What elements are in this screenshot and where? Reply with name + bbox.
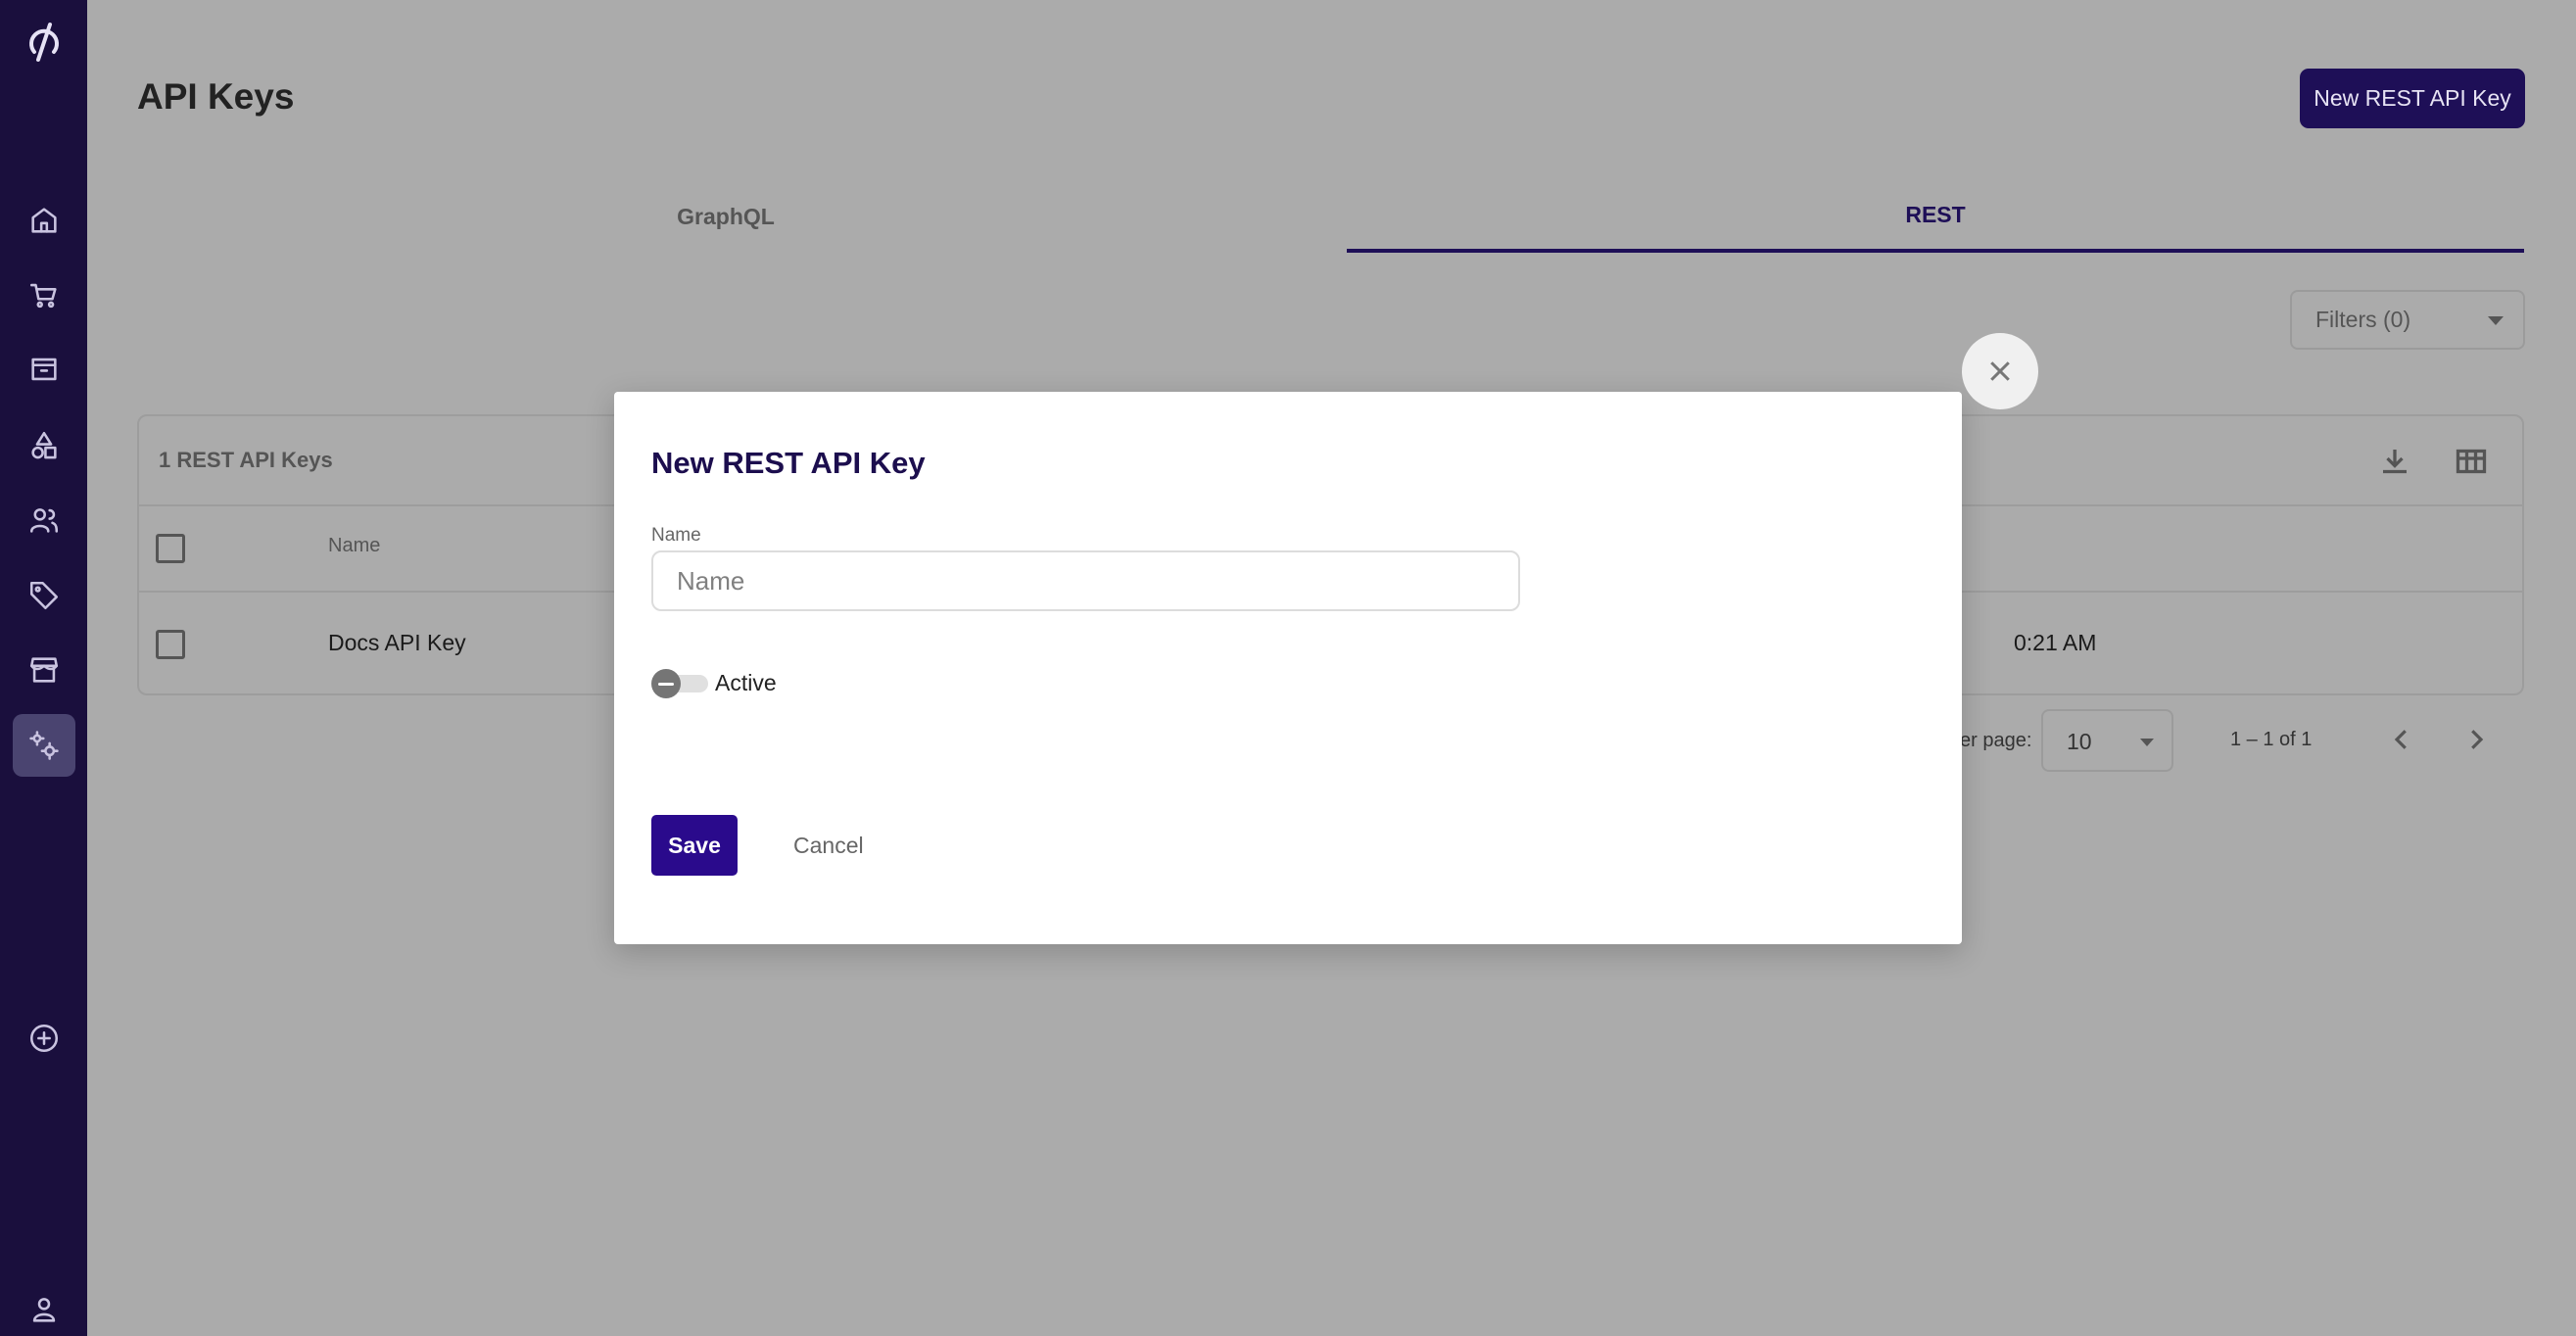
active-toggle[interactable]	[651, 667, 710, 698]
save-button[interactable]: Save	[651, 815, 738, 876]
new-rest-api-key-dialog: New REST API Key Name Active Save Cancel	[614, 392, 1962, 944]
name-field-label: Name	[651, 525, 701, 546]
close-dialog-button[interactable]	[1962, 333, 2038, 409]
dialog-title: New REST API Key	[651, 446, 926, 480]
active-label: Active	[715, 670, 777, 695]
name-input[interactable]	[651, 550, 1520, 611]
close-icon	[1990, 361, 2010, 381]
cancel-button[interactable]: Cancel	[793, 815, 864, 876]
toggle-thumb	[651, 669, 681, 698]
